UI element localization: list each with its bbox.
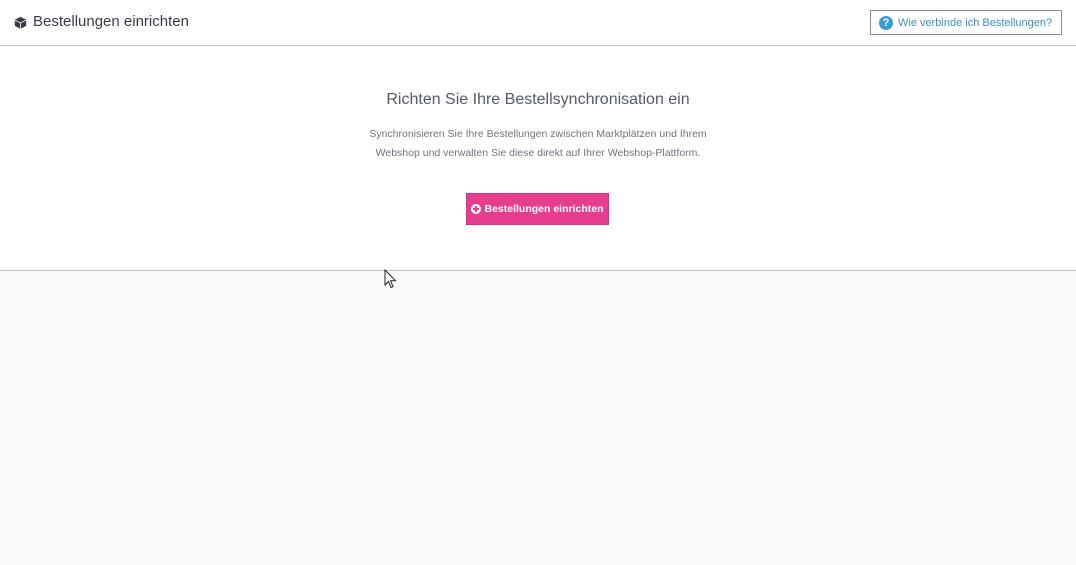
question-circle-icon: ? <box>879 15 893 30</box>
page-header: Bestellungen einrichten ? Wie verbinde i… <box>0 0 1076 46</box>
box-icon <box>14 16 27 29</box>
mouse-cursor-icon <box>384 269 397 289</box>
plus-circle-icon <box>471 204 482 214</box>
page-title-text: Bestellungen einrichten <box>33 13 189 30</box>
page-title: Bestellungen einrichten <box>14 12 189 32</box>
setup-orders-button-label: Bestellungen einrichten <box>484 203 604 215</box>
setup-orders-button[interactable]: Bestellungen einrichten <box>466 193 609 225</box>
setup-description: Synchronisieren Sie Ihre Bestellungen zw… <box>369 128 707 159</box>
page: Bestellungen einrichten ? Wie verbinde i… <box>0 0 1076 565</box>
help-button[interactable]: ? Wie verbinde ich Bestellungen? <box>870 10 1062 35</box>
help-button-label: Wie verbinde ich Bestellungen? <box>898 16 1053 29</box>
setup-panel: Richten Sie Ihre Bestellsynchronisation … <box>0 46 1076 271</box>
setup-heading: Richten Sie Ihre Bestellsynchronisation … <box>386 91 690 108</box>
